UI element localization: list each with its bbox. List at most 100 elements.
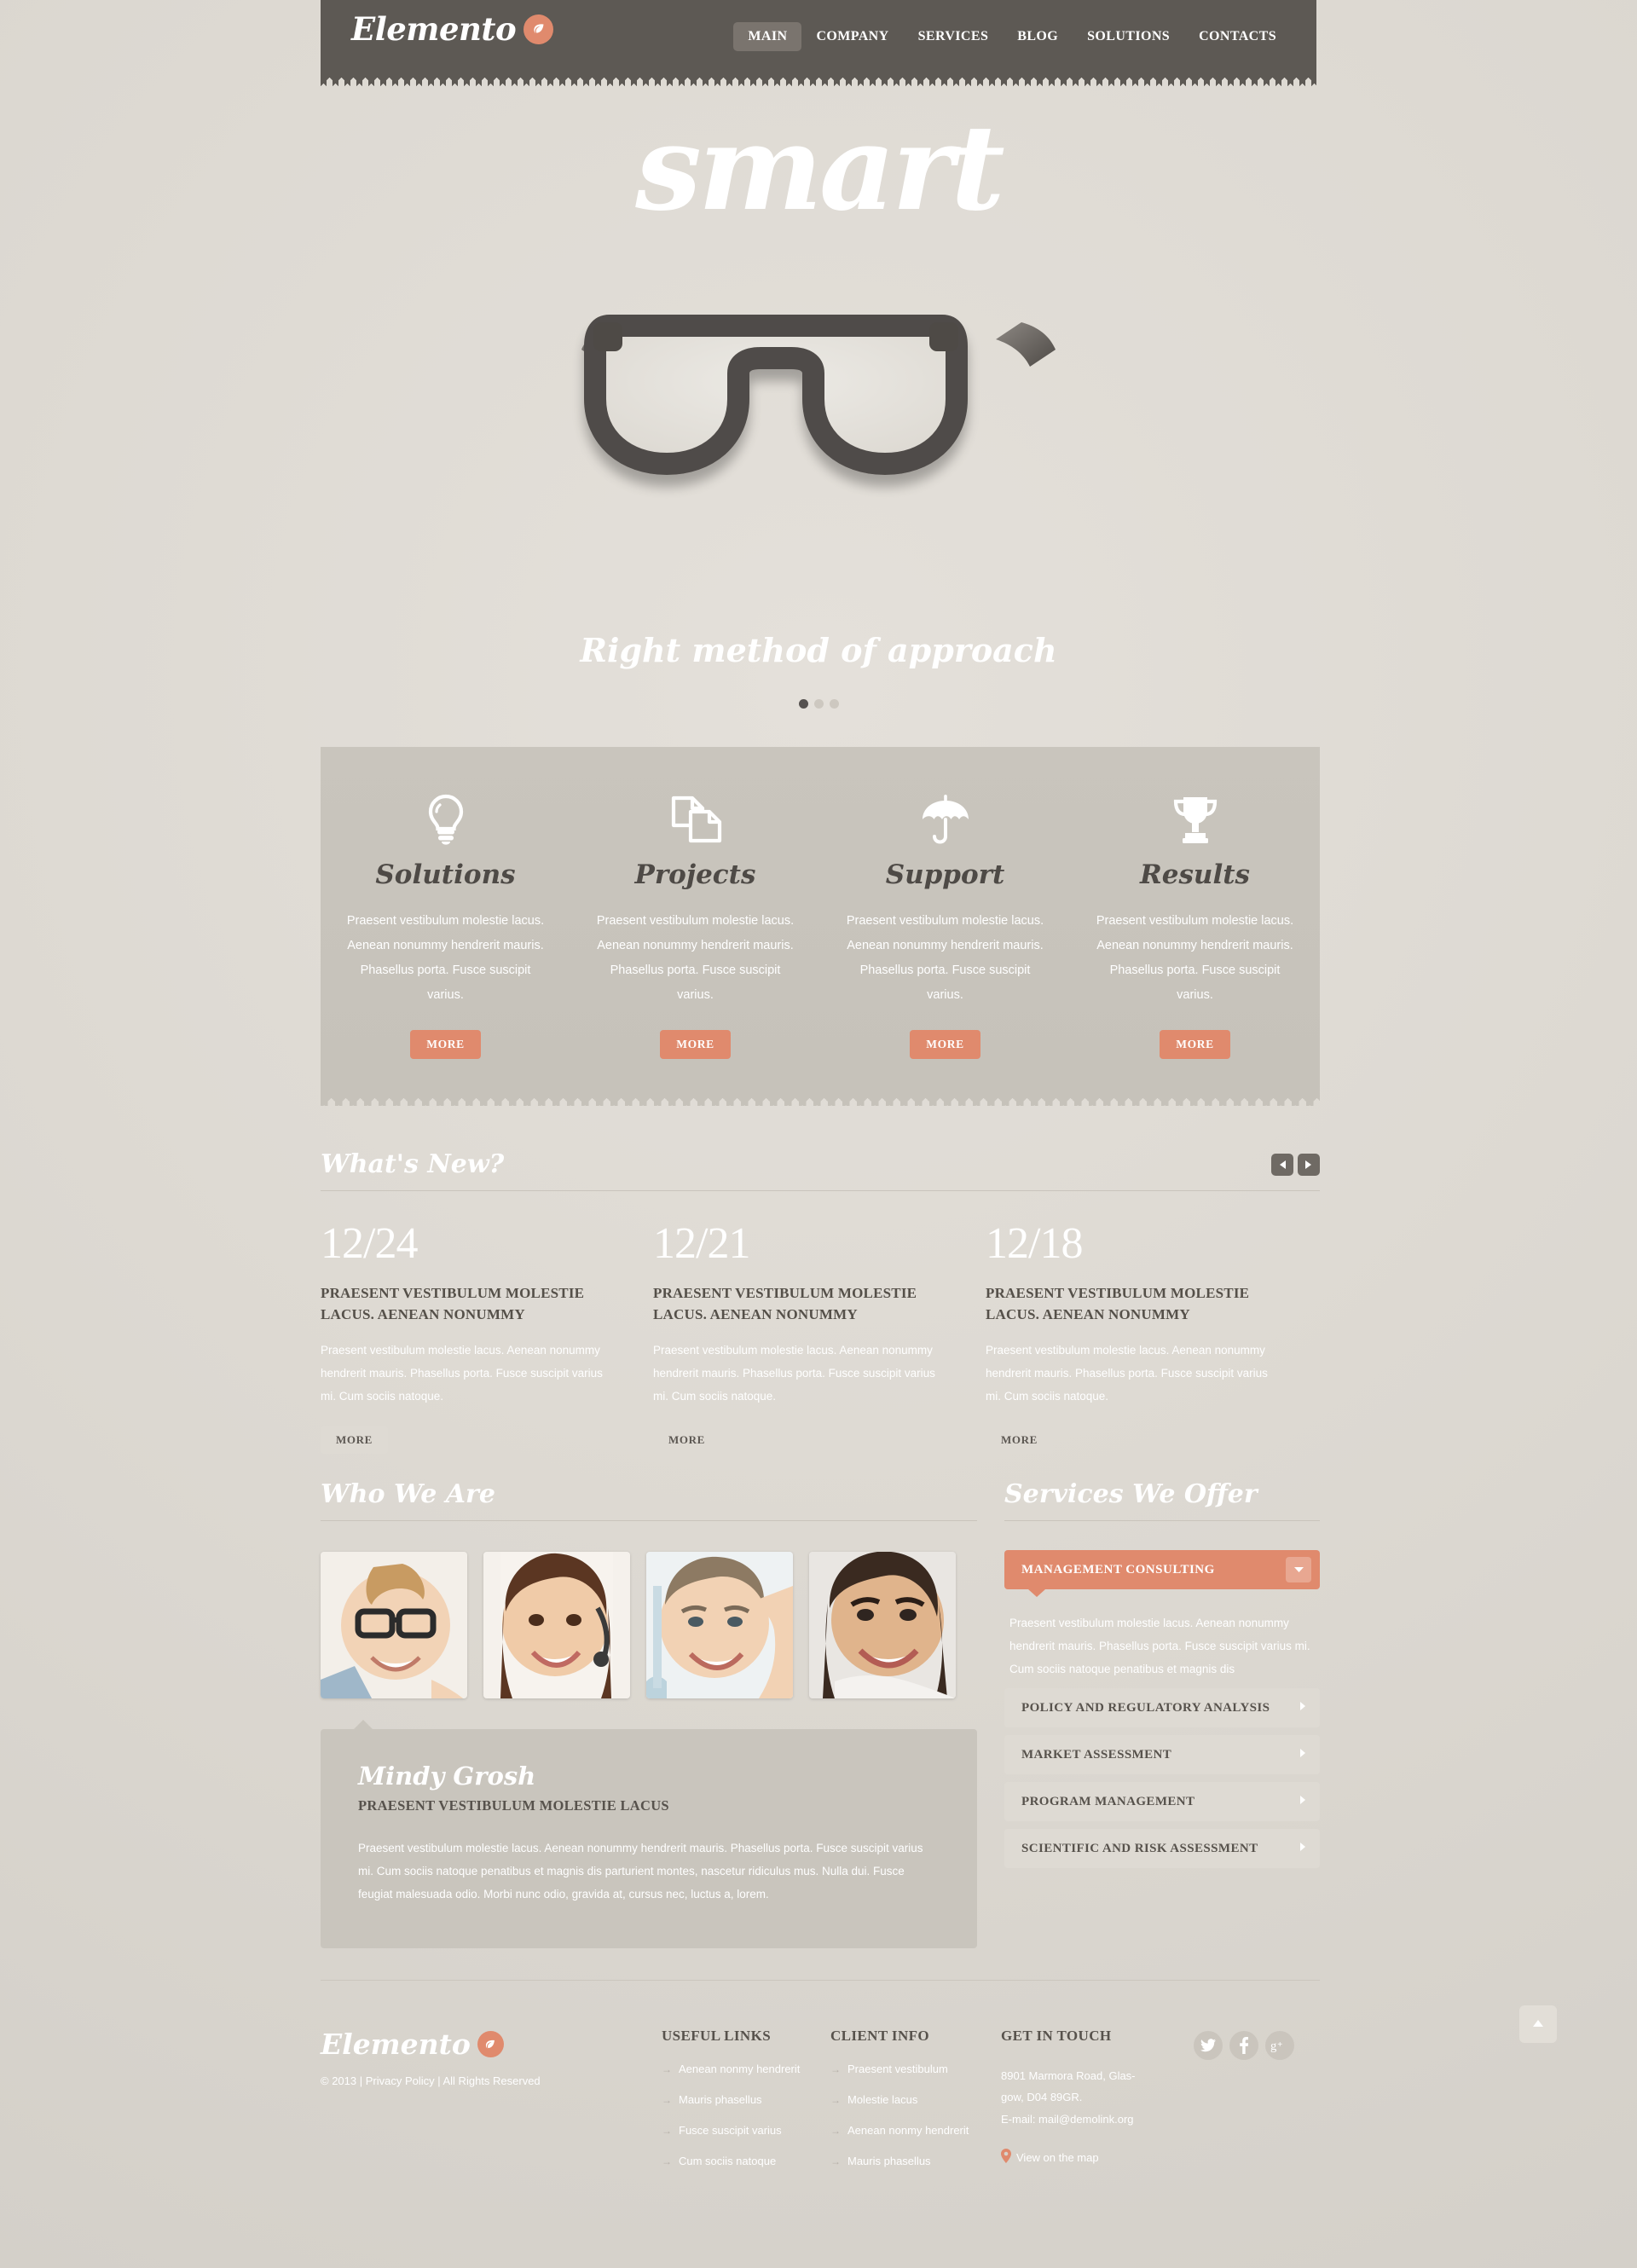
arrow-right-icon: → (662, 2093, 672, 2106)
whats-new-section: What's New? 12/24 PRAESENT VESTIBULUM MO… (321, 1149, 1320, 1455)
eyeglasses-illustration (563, 271, 1074, 501)
email-line[interactable]: E-mail: mail@demolink.org (1001, 2109, 1180, 2130)
slider-dot-3[interactable] (829, 699, 839, 709)
footer-link[interactable]: → Mauris phasellus (830, 2155, 1001, 2167)
feature-more-button[interactable]: MORE (910, 1030, 980, 1059)
news-item: 12/18 PRAESENT VESTIBULUM MOLESTIE LACUS… (986, 1219, 1318, 1455)
arrow-right-icon: → (830, 2155, 841, 2167)
footer-link-label: Praesent vestibulum (847, 2063, 948, 2075)
arrow-right-icon: → (830, 2093, 841, 2106)
news-more-button[interactable]: MORE (986, 1426, 1053, 1455)
footer-client-info: CLIENT INFO → Praesent vestibulum → Mole… (830, 2028, 1001, 2167)
news-title[interactable]: PRAESENT VESTIBULUM MOLESTIE LACUS. AENE… (653, 1283, 941, 1325)
chevron-right-icon (1299, 1841, 1306, 1856)
testimonial-author-name: Mindy Grosh (358, 1762, 536, 1791)
chevron-down-icon[interactable] (1286, 1557, 1311, 1582)
footer-divider (321, 1980, 1320, 1981)
whats-new-carousel-controls (1271, 1154, 1320, 1176)
team-photo-gallery (321, 1552, 977, 1698)
footer-link-label: Mauris phasellus (847, 2155, 931, 2167)
news-item: 12/21 PRAESENT VESTIBULUM MOLESTIE LACUS… (653, 1222, 986, 1455)
footer-get-in-touch: GET IN TOUCH 8901 Marmora Road, Glas- go… (1001, 2028, 1180, 2166)
arrow-right-icon: → (662, 2124, 672, 2137)
view-on-map-link[interactable]: View on the map (1001, 2149, 1180, 2166)
slider-dot-1[interactable] (798, 699, 808, 709)
team-member-photo-2[interactable] (483, 1552, 630, 1698)
feature-card-support: Support Praesent vestibulum molestie lac… (820, 788, 1070, 1059)
news-date: 12/24 (321, 1219, 418, 1268)
scroll-to-top-button[interactable] (1519, 2005, 1557, 2043)
section-divider (321, 1190, 1320, 1191)
news-title[interactable]: PRAESENT VESTIBULUM MOLESTIE LACUS. AENE… (321, 1283, 609, 1325)
section-divider (1004, 1520, 1320, 1521)
testimonial-body: Praesent vestibulum molestie lacus. Aene… (358, 1842, 923, 1901)
arrow-right-icon: → (662, 2155, 672, 2167)
feature-more-button[interactable]: MORE (660, 1030, 731, 1059)
feature-text: Praesent vestibulum molestie lacus. Aene… (596, 914, 795, 1002)
footer-link-label: Molestie lacus (847, 2093, 918, 2106)
carousel-next-button[interactable] (1298, 1154, 1320, 1176)
chevron-right-icon (1299, 1700, 1306, 1715)
footer-column-heading: GET IN TOUCH (1001, 2028, 1112, 2044)
news-text: Praesent vestibulum molestie lacus. Aene… (321, 1344, 603, 1403)
feature-more-button[interactable]: MORE (410, 1030, 481, 1059)
footer-brand-block: Elemento © 2013 | Privacy Policy | All R… (321, 2028, 662, 2091)
footer-link[interactable]: → Aenean nonmy hendrerit (662, 2063, 830, 2075)
site-logo[interactable]: Elemento (351, 10, 554, 48)
footer-link-label: Aenean nonmy hendrerit (679, 2063, 801, 2075)
news-text: Praesent vestibulum molestie lacus. Aene… (653, 1344, 935, 1403)
accordion-item-policy-and-regulatory-analysis[interactable]: POLICY AND REGULATORY ANALYSIS (1004, 1688, 1320, 1727)
team-member-photo-3[interactable] (646, 1552, 793, 1698)
trophy-icon (1092, 788, 1298, 851)
chevron-right-icon (1299, 1794, 1306, 1809)
documents-icon (593, 788, 798, 851)
site-footer: Elemento © 2013 | Privacy Policy | All R… (321, 2028, 1320, 2167)
nav-item-blog[interactable]: BLOG (1003, 22, 1073, 51)
nav-item-contacts[interactable]: CONTACTS (1184, 22, 1291, 51)
footer-link[interactable]: → Mauris phasellus (662, 2093, 830, 2106)
footer-logo-text: Elemento (321, 2028, 471, 2061)
news-date: 12/18 (986, 1219, 1083, 1268)
google-plus-icon[interactable]: g + (1265, 2031, 1294, 2060)
feature-more-button[interactable]: MORE (1160, 1030, 1230, 1059)
team-member-photo-1[interactable] (321, 1552, 467, 1698)
who-we-are-section: Who We Are Mindy Grosh PRAESENT VESTIBUL… (321, 1479, 977, 1948)
main-navigation: MAIN COMPANY SERVICES BLOG SOLUTIONS CON… (733, 22, 1291, 51)
accordion-item-scientific-and-risk-assessment[interactable]: SCIENTIFIC AND RISK ASSESSMENT (1004, 1829, 1320, 1868)
feature-title: Support (885, 859, 1005, 890)
arrow-right-icon: → (830, 2124, 841, 2137)
footer-link[interactable]: → Aenean nonmy hendrerit (830, 2124, 1001, 2137)
site-header: Elemento MAIN COMPANY SERVICES BLOG SOLU… (321, 0, 1316, 86)
section-title-services-we-offer: Services We Offer (1004, 1479, 1258, 1509)
news-more-button[interactable]: MORE (653, 1426, 720, 1455)
footer-link[interactable]: → Fusce suscipit varius (662, 2124, 830, 2137)
slider-dot-2[interactable] (813, 699, 824, 709)
carousel-prev-button[interactable] (1271, 1154, 1293, 1176)
features-panel: Solutions Praesent vestibulum molestie l… (321, 747, 1320, 1106)
lightbulb-icon (343, 788, 548, 851)
accordion-item-market-assessment[interactable]: MARKET ASSESSMENT (1004, 1735, 1320, 1774)
nav-item-main[interactable]: MAIN (733, 22, 802, 51)
nav-item-company[interactable]: COMPANY (801, 22, 903, 51)
accordion-item-program-management[interactable]: PROGRAM MANAGEMENT (1004, 1782, 1320, 1821)
facebook-icon[interactable] (1229, 2031, 1258, 2060)
twitter-icon[interactable] (1194, 2031, 1223, 2060)
nav-item-solutions[interactable]: SOLUTIONS (1073, 22, 1184, 51)
accordion-active-label: MANAGEMENT CONSULTING (1021, 1562, 1215, 1577)
nav-item-services[interactable]: SERVICES (904, 22, 1004, 51)
hero-subtitle: Right method of approach (580, 631, 1057, 669)
footer-link[interactable]: → Cum sociis natoque (662, 2155, 830, 2167)
services-we-offer-section: Services We Offer MANAGEMENT CONSULTING … (1004, 1479, 1320, 1868)
social-links: g + (1194, 2031, 1294, 2060)
svg-text:g: g (1270, 2039, 1277, 2052)
footer-logo[interactable]: Elemento (321, 2028, 662, 2061)
section-title-who-we-are: Who We Are (321, 1479, 495, 1509)
team-member-photo-4[interactable] (809, 1552, 956, 1698)
testimonial-card: Mindy Grosh PRAESENT VESTIBULUM MOLESTIE… (321, 1720, 977, 1948)
footer-column-heading: USEFUL LINKS (662, 2028, 772, 2044)
footer-link[interactable]: → Praesent vestibulum (830, 2063, 1001, 2075)
news-more-button[interactable]: MORE (321, 1426, 388, 1455)
accordion-item-active[interactable]: MANAGEMENT CONSULTING (1004, 1550, 1320, 1597)
news-title[interactable]: PRAESENT VESTIBULUM MOLESTIE LACUS. AENE… (986, 1283, 1274, 1325)
footer-link[interactable]: → Molestie lacus (830, 2093, 1001, 2106)
